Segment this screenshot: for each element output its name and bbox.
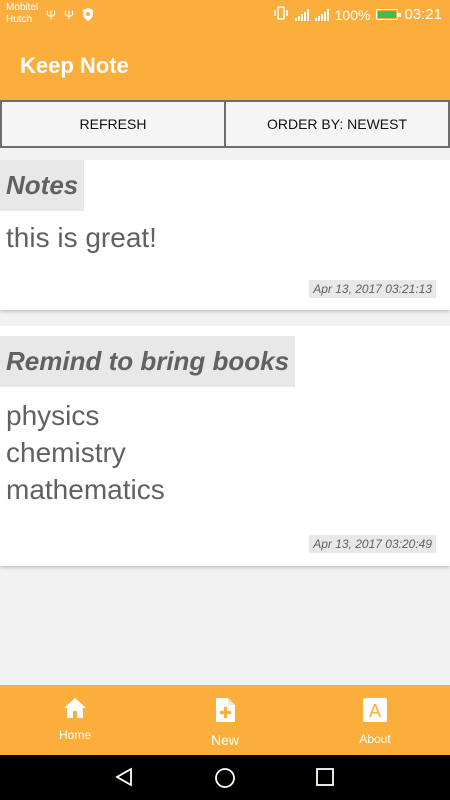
bottom-navigation: Home New A About	[0, 685, 450, 755]
refresh-button[interactable]: REFRESH	[0, 100, 226, 148]
shield-icon	[82, 8, 94, 24]
nav-new-label: New	[210, 732, 239, 748]
note-timestamp: Apr 13, 2017 03:21:13	[309, 280, 436, 298]
recents-icon[interactable]	[315, 767, 335, 792]
vibrate-icon	[273, 6, 289, 23]
notification-icons: Ψ Ψ	[46, 8, 94, 24]
note-body: this is great!	[6, 222, 157, 253]
nav-home-label: Home	[58, 728, 91, 742]
app-title: Keep Note	[20, 53, 129, 78]
usb-icon: Ψ	[64, 8, 75, 22]
back-icon[interactable]	[114, 767, 134, 792]
note-body: physics chemistry mathematics	[6, 400, 165, 505]
home-icon	[63, 697, 87, 722]
status-right: 100% 03:21	[273, 6, 442, 23]
nav-about-label: About	[359, 732, 391, 746]
nav-home[interactable]: Home	[0, 685, 150, 755]
status-bar: Mobitel Hutch Ψ Ψ 100% 03:21	[0, 0, 450, 33]
signal-icon	[314, 8, 329, 21]
svg-text:A: A	[369, 701, 381, 721]
nav-new[interactable]: New	[150, 685, 300, 755]
note-title: Remind to bring books	[0, 336, 296, 387]
home-circle-icon[interactable]	[214, 767, 236, 794]
battery-percent: 100%	[334, 6, 371, 23]
signal-icon	[294, 8, 309, 21]
order-by-button[interactable]: ORDER BY: NEWEST	[226, 100, 450, 148]
battery-icon	[376, 9, 402, 20]
note-timestamp: Apr 13, 2017 03:20:49	[309, 535, 436, 553]
usb-icon: Ψ	[46, 8, 57, 22]
new-note-icon	[214, 697, 236, 726]
carrier-label: Mobitel Hutch	[6, 2, 38, 26]
system-nav-bar	[0, 755, 450, 800]
nav-about[interactable]: A About	[300, 685, 450, 755]
carrier-line-1: Mobitel	[6, 2, 39, 13]
clock: 03:21	[404, 6, 442, 23]
note-card[interactable]: Notes this is great! Apr 13, 2017 03:21:…	[0, 160, 450, 310]
note-title: Notes	[0, 160, 85, 211]
app-bar: Keep Note	[0, 33, 450, 100]
about-icon: A	[362, 697, 388, 726]
note-card[interactable]: Remind to bring books physics chemistry …	[0, 326, 450, 566]
toolbar: REFRESH ORDER BY: NEWEST	[0, 100, 450, 148]
carrier-line-2: Hutch	[6, 14, 33, 25]
